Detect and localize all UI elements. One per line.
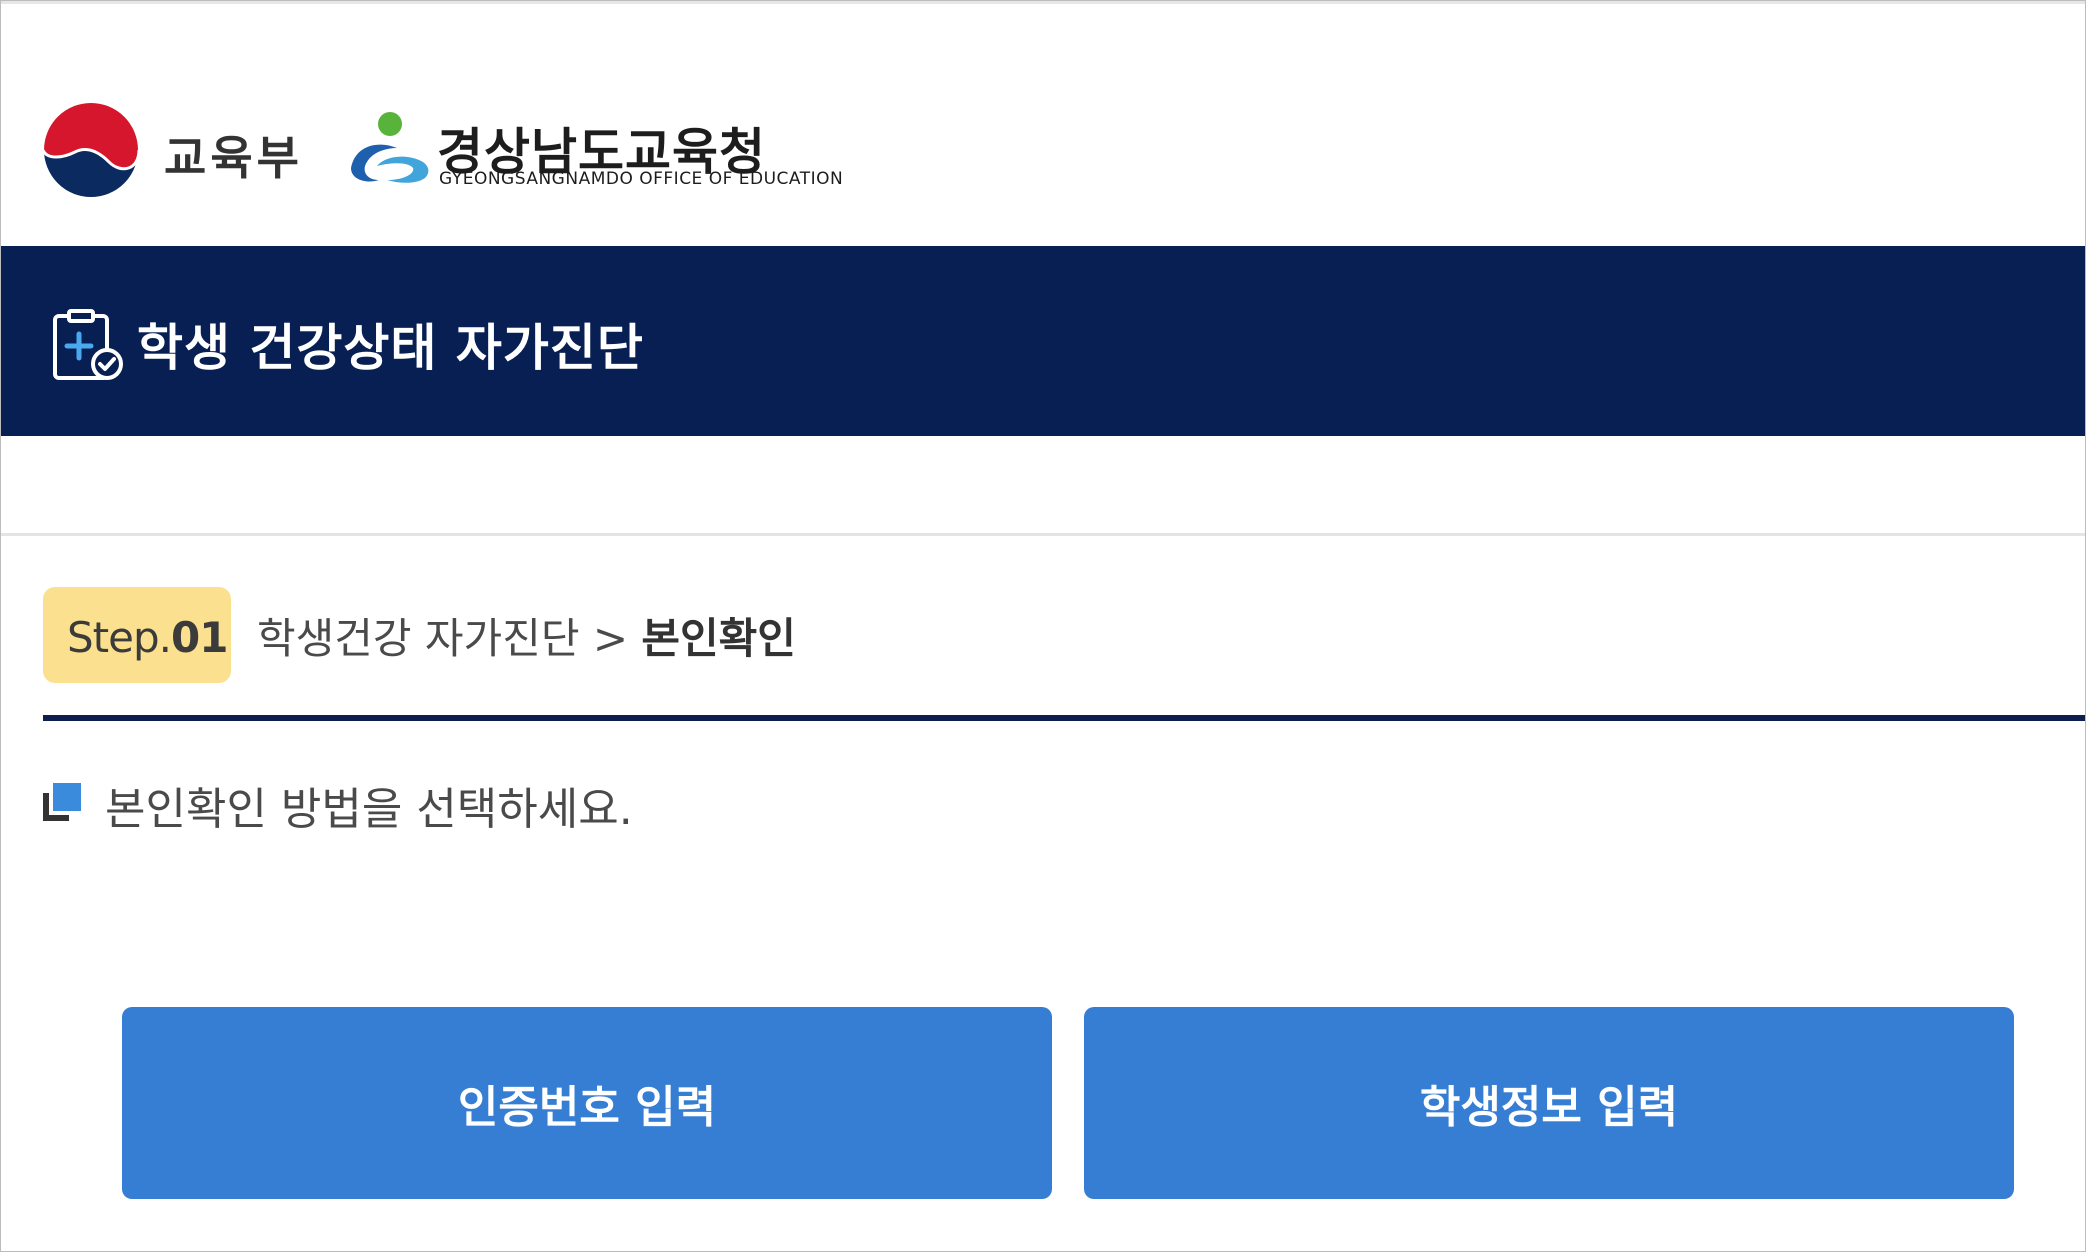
title-bar: 학생 건강상태 자가진단 xyxy=(1,246,2085,436)
page-title: 학생 건강상태 자가진단 xyxy=(137,319,644,377)
step-badge: Step.01 xyxy=(43,587,231,683)
health-checklist-icon xyxy=(53,309,123,380)
gyeongnam-office-logo-icon xyxy=(351,112,429,183)
step-label-prefix: Step. xyxy=(67,613,172,662)
page-frame: 교육부 경상남도교육청 GYEONGSANGNAMDO OFFICE OF ED… xyxy=(0,0,2086,1252)
enter-student-info-button[interactable]: 학생정보 입력 xyxy=(1084,1007,2014,1199)
office-name-english: GYEONGSANGNAMDO OFFICE OF EDUCATION xyxy=(439,169,844,189)
enter-auth-code-label: 인증번호 입력 xyxy=(457,1082,717,1133)
breadcrumb-path: 학생건강 자가진단 > xyxy=(257,614,642,663)
enter-auth-code-button[interactable]: 인증번호 입력 xyxy=(122,1007,1052,1199)
ministry-name: 교육부 xyxy=(164,131,303,185)
ministry-of-education-logo-icon xyxy=(41,101,141,199)
step-number: 01 xyxy=(170,613,228,662)
enter-student-info-label: 학생정보 입력 xyxy=(1419,1082,1679,1133)
breadcrumb: 학생건강 자가진단 > 본인확인 xyxy=(257,605,796,666)
square-bullet-icon xyxy=(43,783,81,821)
breadcrumb-current: 본인확인 xyxy=(641,614,796,663)
step-underline xyxy=(43,715,2085,721)
section-divider xyxy=(1,533,2085,536)
instruction-text: 본인확인 방법을 선택하세요. xyxy=(105,784,633,835)
header: 교육부 경상남도교육청 GYEONGSANGNAMDO OFFICE OF ED… xyxy=(1,4,2085,246)
